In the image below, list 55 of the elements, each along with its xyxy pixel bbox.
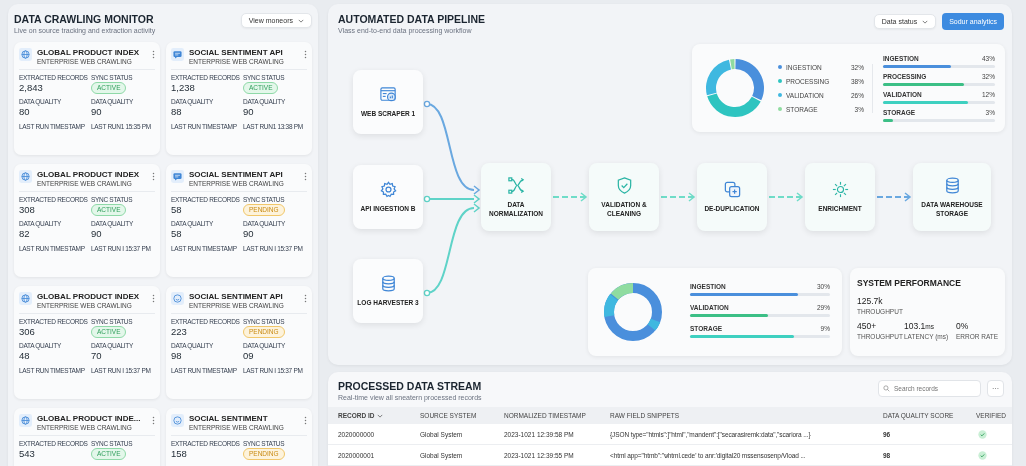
chevron-down-icon — [922, 19, 929, 24]
source-title: SOCIAL SENTIMENT API — [189, 292, 284, 301]
globe-icon — [19, 414, 32, 427]
source-title: GLOBAL PRODUCT INDEX — [37, 292, 141, 301]
field-value: 2,843 — [19, 82, 44, 93]
field-value: 90 — [243, 106, 255, 117]
metric-value: 0% — [956, 321, 970, 331]
connector-arrow — [660, 192, 696, 202]
card-title: SYSTEM PERFORMANCE — [857, 278, 962, 288]
panel-title: PROCESSED DATA STREAM — [338, 380, 482, 392]
globe-icon — [19, 48, 32, 61]
field-value: 223 — [171, 326, 188, 337]
field-value: 58 — [171, 204, 183, 215]
field-value: 90 — [243, 228, 255, 239]
source-title: SOCIAL SENTIMENT API — [189, 48, 284, 57]
field-value: 88 — [171, 106, 183, 117]
field-value: 306 — [19, 326, 36, 337]
source-title: SOCIAL SENTIMENT — [189, 414, 269, 423]
chevron-down-icon — [298, 18, 304, 23]
globe-icon — [19, 170, 32, 183]
field-value: 308 — [19, 204, 36, 215]
copy-plus-icon — [722, 180, 742, 200]
field-value: 90 — [91, 228, 103, 239]
smiley-icon — [171, 292, 184, 305]
field-value: 98 — [171, 350, 183, 361]
chat-icon — [171, 48, 184, 61]
smiley-icon — [171, 414, 184, 427]
source-title: GLOBAL PRODUCT INDEX — [37, 48, 141, 57]
field-value: 158 — [171, 448, 188, 459]
hub-icon — [830, 180, 850, 200]
panel-title: DATA CRAWLING MONITOR — [14, 13, 155, 25]
connector-arrow — [552, 192, 588, 202]
field-value: 80 — [19, 106, 31, 117]
metric-value: 125.7k — [857, 296, 884, 306]
field-value: 48 — [19, 350, 31, 361]
field-value: 58 — [171, 228, 183, 239]
globe-icon — [19, 292, 32, 305]
metric-value: 450+ — [857, 321, 878, 331]
connector-arrow — [876, 192, 912, 202]
panel-title: AUTOMATED DATA PIPELINE — [338, 13, 485, 25]
search-icon — [883, 385, 890, 392]
field-value: 70 — [91, 350, 103, 361]
split-arrows-icon — [506, 176, 526, 196]
caret-icon — [377, 413, 384, 418]
chat-icon — [171, 170, 184, 183]
field-value: 90 — [91, 106, 103, 117]
field-value: 543 — [19, 448, 36, 459]
connector-arrow — [768, 192, 804, 202]
gear-icon — [378, 180, 398, 200]
field-value: 09 — [243, 350, 255, 361]
source-title: GLOBAL PRODUCT INDEX — [37, 170, 141, 179]
source-title: SOCIAL SENTIMENT API — [189, 170, 284, 179]
field-value: 1,238 — [171, 82, 196, 93]
source-title: GLOBAL PRODUCT INDE... — [37, 414, 142, 423]
field-value: 82 — [19, 228, 31, 239]
